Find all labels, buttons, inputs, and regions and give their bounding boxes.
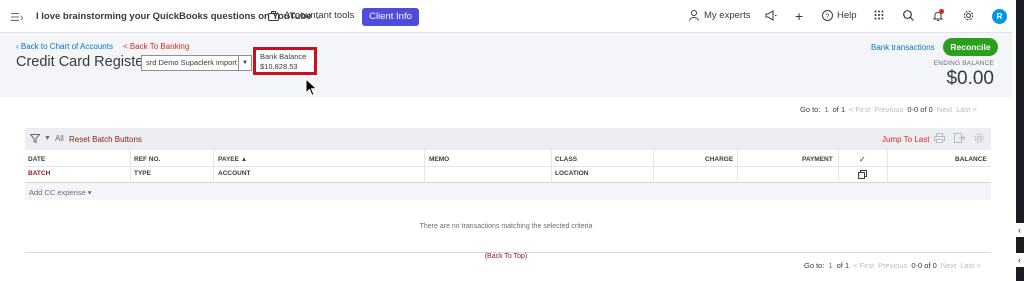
side-panel-strip — [1016, 0, 1024, 281]
back-to-banking-link[interactable]: < Back To Banking — [123, 42, 189, 51]
bank-balance-value: $10,828.53 — [260, 62, 298, 71]
gear-icon[interactable] — [963, 10, 974, 24]
my-experts-label: My experts — [704, 10, 751, 21]
ending-balance-value: $0.00 — [946, 68, 994, 89]
filter-button[interactable]: ▼ All — [30, 134, 64, 143]
goto-label: Go to: — [800, 105, 821, 114]
bank-balance-box: Bank Balance $10,828.53 — [253, 47, 317, 75]
column-divider — [130, 150, 131, 183]
next-page-link[interactable]: Next — [937, 105, 952, 114]
page-number-input[interactable]: 1 — [828, 261, 832, 270]
caret-down-icon[interactable]: ▼ — [238, 56, 251, 70]
search-icon[interactable] — [903, 10, 914, 24]
page-range: 0-0 of 0 — [911, 261, 937, 270]
column-divider — [737, 150, 738, 183]
back-to-chart-of-accounts-link[interactable]: ‹ Back to Chart of Accounts — [16, 42, 113, 51]
avatar[interactable]: R — [992, 9, 1007, 24]
column-header-batch[interactable]: BATCH — [28, 170, 50, 177]
svg-text:?: ? — [825, 13, 829, 20]
breadcrumb: ‹ Back to Chart of Accounts < Back To Ba… — [16, 42, 189, 51]
megaphone-icon[interactable] — [765, 10, 777, 24]
empty-state-message: There are no transactions matching the s… — [419, 223, 593, 230]
column-divider — [551, 150, 552, 183]
account-select-value: srd Demo Supaclerk import — [146, 58, 237, 67]
filter-icon — [30, 134, 40, 143]
page-number-input[interactable]: 1 — [824, 105, 828, 114]
goto-label: Go to: — [804, 261, 825, 270]
export-icon[interactable] — [954, 133, 966, 146]
column-header-account[interactable]: ACCOUNT — [218, 170, 251, 177]
print-icon[interactable] — [934, 133, 945, 146]
next-page-link[interactable]: Next — [941, 261, 956, 270]
column-header-memo[interactable]: MEMO — [429, 156, 449, 163]
notification-dot — [939, 9, 944, 14]
column-header-cleared[interactable]: ✓ — [859, 155, 866, 164]
column-divider — [213, 150, 214, 183]
mouse-cursor-icon — [305, 78, 318, 97]
top-navigation-bar: ☰› I love brainstorming your QuickBooks … — [0, 0, 1012, 33]
pagination-bottom: Go to: 1 of 1 < First Previous 0-0 of 0 … — [804, 261, 981, 270]
page-of-label: of 1 — [836, 261, 850, 270]
plus-icon[interactable]: + — [795, 8, 803, 24]
column-header-payment[interactable]: PAYMENT — [802, 156, 833, 163]
question-circle-icon: ? — [822, 10, 833, 21]
page-range: 0-0 of 0 — [907, 105, 933, 114]
pagination-top: Go to: 1 of 1 < First Previous 0-0 of 0 … — [800, 105, 977, 114]
first-page-link[interactable]: < First — [849, 105, 870, 114]
last-page-link[interactable]: Last > — [960, 261, 981, 270]
filter-all-label: All — [54, 134, 64, 143]
apps-grid-icon[interactable] — [874, 10, 884, 23]
menu-icon[interactable]: ☰› — [10, 11, 24, 24]
column-divider — [838, 150, 839, 183]
column-divider — [887, 150, 888, 183]
settings-gear-icon[interactable] — [974, 133, 984, 146]
column-header-type[interactable]: TYPE — [134, 170, 151, 177]
add-transaction-row: Add CC expense ▾ — [25, 183, 991, 200]
help-button[interactable]: ? Help — [822, 10, 857, 21]
page-of-label: of 1 — [832, 105, 846, 114]
copy-icon[interactable] — [858, 170, 867, 181]
my-experts-button[interactable]: My experts — [689, 10, 750, 21]
first-page-link[interactable]: < First — [853, 261, 874, 270]
accountant-tools-menu[interactable]: Accountant tools — [268, 10, 354, 21]
briefcase-icon — [268, 10, 279, 21]
accountant-tools-label: Accountant tools — [284, 10, 355, 21]
page-title: Credit Card Register — [16, 54, 149, 70]
collapse-panel-chevron-icon[interactable]: ‹ — [1015, 253, 1024, 267]
register-toolbar: ▼ All Reset Batch Buttons Jump To Last — [25, 128, 991, 150]
person-icon — [689, 10, 699, 21]
last-page-link[interactable]: Last > — [956, 105, 977, 114]
column-header-class[interactable]: CLASS — [555, 156, 577, 163]
column-header-ref-no[interactable]: REF NO. — [134, 156, 160, 163]
client-info-button[interactable]: Client Info — [362, 8, 419, 26]
add-cc-expense-dropdown[interactable]: Add CC expense ▾ — [29, 188, 92, 197]
account-select[interactable]: srd Demo Supaclerk import ▼ — [141, 55, 252, 71]
ending-balance-label: ENDING BALANCE — [933, 60, 994, 67]
column-header-payee[interactable]: PAYEE ▲ — [218, 156, 247, 163]
header-divider — [25, 166, 991, 167]
previous-page-link[interactable]: Previous — [874, 105, 903, 114]
column-header-charge[interactable]: CHARGE — [705, 156, 733, 163]
side-panel-edge: ‹ ‹ — [1012, 0, 1024, 281]
column-divider — [653, 150, 654, 183]
column-header-date[interactable]: DATE — [28, 156, 45, 163]
bank-transactions-link[interactable]: Bank transactions — [871, 43, 935, 52]
column-divider — [424, 150, 425, 183]
jump-to-last-link[interactable]: Jump To Last — [882, 135, 929, 144]
expand-panel-chevron-icon[interactable]: ‹ — [1015, 223, 1024, 237]
caret-down-icon: ▼ — [44, 135, 51, 142]
previous-page-link[interactable]: Previous — [878, 261, 907, 270]
bank-balance-label: Bank Balance — [260, 52, 307, 61]
help-label: Help — [837, 10, 857, 21]
reset-batch-buttons-link[interactable]: Reset Batch Buttons — [69, 135, 142, 144]
column-header-balance[interactable]: BALANCE — [955, 156, 987, 163]
reconcile-button[interactable]: Reconcile — [943, 38, 998, 56]
column-header-location[interactable]: LOCATION — [555, 170, 588, 177]
back-to-top-link[interactable]: (Back To Top) — [0, 253, 1012, 260]
